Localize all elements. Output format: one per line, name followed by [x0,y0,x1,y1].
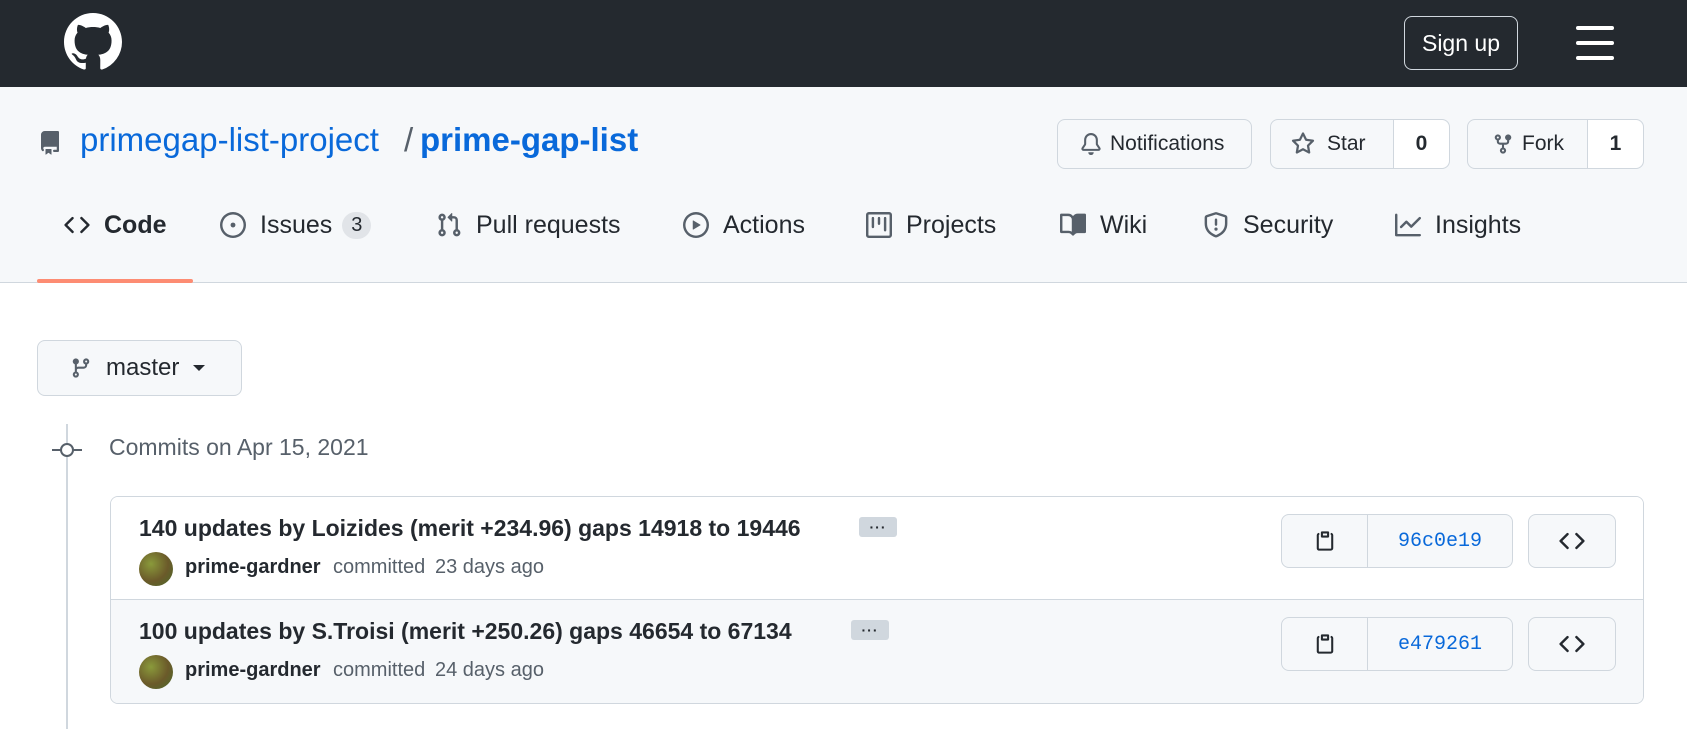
repo-forked-icon [1494,134,1512,154]
commit-action: committed [333,556,426,578]
issue-opened-icon [220,212,246,238]
avatar[interactable] [139,655,173,689]
tab-insights[interactable]: Insights [1395,207,1521,243]
project-icon [866,212,892,238]
copy-sha-button[interactable] [1282,515,1368,567]
commit-sha-link[interactable]: 96c0e19 [1368,515,1512,567]
commit-title-link[interactable]: 100 updates by S.Troisi (merit +250.26) … [139,618,792,645]
sign-up-button[interactable]: Sign up [1404,16,1518,70]
commit-group-heading: Commits on Apr 15, 2021 [109,434,369,460]
tab-projects[interactable]: Projects [866,207,996,243]
star-count[interactable]: 0 [1393,120,1449,168]
commit-action: committed [333,659,426,681]
shield-icon [1204,212,1228,238]
git-pull-request-icon [438,212,461,237]
timeline-line [66,424,68,729]
commit-title-link[interactable]: 140 updates by Loizides (merit +234.96) … [139,515,801,542]
tab-actions-label: Actions [723,210,805,239]
branch-select-button[interactable]: master [37,340,242,396]
star-icon [1291,132,1315,154]
bell-icon [1081,133,1101,155]
repo-header: primegap-list-project / prime-gap-list N… [0,87,1687,283]
star-label: Star [1327,132,1366,155]
tab-projects-label: Projects [906,210,997,239]
commit-sha-group: e479261 [1281,617,1513,671]
tab-wiki-label: Wiki [1100,210,1148,239]
tab-insights-label: Insights [1435,210,1522,239]
commit-sha-group: 96c0e19 [1281,514,1513,568]
git-commit-icon [52,443,82,457]
git-branch-icon [72,358,90,378]
code-icon [1559,532,1585,550]
tab-actions[interactable]: Actions [683,207,805,243]
avatar[interactable] [139,552,173,586]
repo-icon [40,131,59,155]
browse-repo-at-commit-button[interactable] [1528,617,1616,671]
copy-sha-button[interactable] [1282,618,1368,670]
commit-row: 140 updates by Loizides (merit +234.96) … [111,497,1643,600]
commit-author-link[interactable]: prime-gardner [185,556,321,579]
fork-button[interactable]: Fork 1 [1467,119,1644,169]
branch-name: master [106,354,180,381]
commit-row: 100 updates by S.Troisi (merit +250.26) … [111,600,1643,703]
clipboard-icon [1316,531,1333,551]
tab-issues-label: Issues [260,210,333,239]
caret-down-icon [193,365,206,371]
fork-label: Fork [1522,132,1564,155]
tab-wiki[interactable]: Wiki [1060,207,1147,243]
commit-time: 24 days ago [435,659,544,681]
expand-message-button[interactable]: ··· [859,517,897,537]
code-icon [1559,635,1585,653]
commit-author-link[interactable]: prime-gardner [185,659,321,682]
code-icon [64,216,90,234]
hamburger-icon[interactable] [1576,26,1614,60]
play-icon [683,212,709,238]
path-separator: / [404,121,414,158]
notifications-button[interactable]: Notifications [1057,119,1252,169]
clipboard-icon [1316,634,1333,654]
repo-owner-link[interactable]: primegap-list-project [80,121,379,159]
browse-repo-at-commit-button[interactable] [1528,514,1616,568]
tab-code[interactable]: Code [64,207,167,243]
tab-security-label: Security [1243,210,1334,239]
tab-pull-requests[interactable]: Pull requests [436,207,621,243]
notifications-label: Notifications [1110,132,1225,155]
commit-time: 23 days ago [435,556,544,578]
github-mark-icon[interactable] [64,13,122,71]
site-header: Sign up [0,0,1687,87]
star-button[interactable]: Star 0 [1270,119,1450,169]
tab-security[interactable]: Security [1203,207,1333,243]
fork-count[interactable]: 1 [1587,120,1643,168]
commit-list: 140 updates by Loizides (merit +234.96) … [110,496,1644,704]
book-icon [1060,213,1086,236]
issues-counter: 3 [342,211,372,239]
tab-code-label: Code [104,210,167,239]
expand-message-button[interactable]: ··· [851,620,889,640]
repo-name-link[interactable]: prime-gap-list [420,121,638,159]
tab-pull-requests-label: Pull requests [476,210,621,239]
selected-tab-underline [37,279,193,283]
tab-issues[interactable]: Issues 3 [220,207,372,243]
commit-sha-link[interactable]: e479261 [1368,618,1512,670]
graph-icon [1395,213,1421,237]
